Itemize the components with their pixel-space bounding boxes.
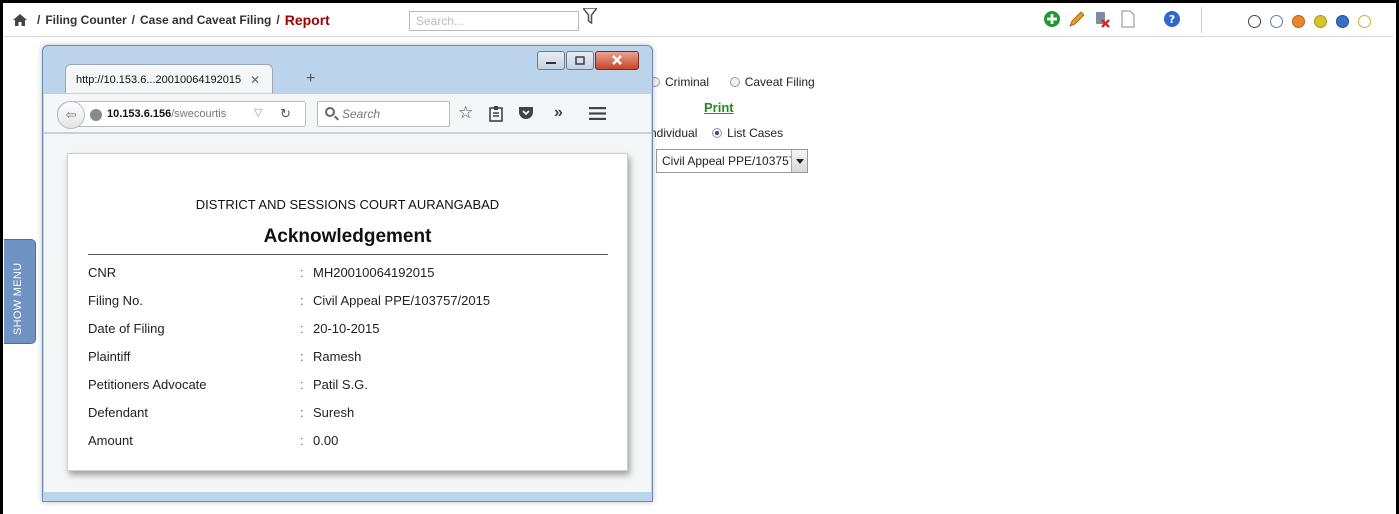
filter-icon[interactable] [583, 8, 597, 24]
detail-label: Defendant [88, 405, 148, 420]
tab-close-icon[interactable]: ✕ [250, 73, 260, 87]
radio-individual-label: ndividual [650, 126, 698, 140]
maximize-icon [575, 56, 585, 65]
tab-title: http://10.153.6...20010064192015 [76, 74, 242, 86]
detail-colon: : [300, 377, 304, 392]
case-select-value: Civil Appeal PPE/103757/2015 [662, 154, 807, 168]
theme-dot[interactable] [1248, 15, 1261, 28]
breadcrumb-separator: / [37, 13, 41, 27]
close-icon [612, 55, 622, 65]
detail-value: Patil S.G. [313, 377, 368, 392]
home-icon[interactable] [13, 14, 27, 26]
radio-caveat-label: Caveat Filing [744, 75, 815, 89]
globe-icon [90, 109, 102, 121]
menu-icon[interactable] [589, 107, 606, 120]
popup-browser-window: http://10.153.6...20010064192015 ✕ + ⇦ 1… [42, 45, 653, 502]
reload-icon[interactable]: ↻ [280, 106, 291, 122]
detail-value: Civil Appeal PPE/103757/2015 [313, 293, 491, 308]
search-icon [325, 107, 335, 117]
maximize-button[interactable] [566, 51, 594, 70]
detail-value: 20-10-2015 [313, 321, 380, 336]
page-title: Acknowledgement [263, 226, 432, 247]
detail-value: Ramesh [313, 349, 362, 364]
theme-dot[interactable] [1292, 15, 1305, 28]
delete-icon[interactable] [1093, 10, 1111, 28]
breadcrumb: / Filing Counter / Case and Caveat Filin… [13, 12, 330, 28]
detail-label: Amount [88, 433, 133, 448]
reading-list-icon[interactable] [488, 105, 504, 122]
detail-label: CNR [88, 265, 117, 280]
bookmark-star-icon[interactable]: ☆ [458, 103, 473, 123]
filing-type-radios: Criminal Caveat Filing [650, 75, 815, 89]
document-icon[interactable] [1119, 10, 1137, 28]
chevron-down-icon[interactable] [791, 150, 807, 172]
theme-dot[interactable] [1270, 15, 1283, 28]
browser-search-placeholder: Search [342, 107, 381, 121]
toolbar-divider [1201, 7, 1202, 33]
detail-colon: : [300, 293, 304, 308]
url-host: 10.153.6.156 [107, 108, 172, 120]
case-select[interactable]: Civil Appeal PPE/103757/2015 [656, 149, 808, 173]
breadcrumb-separator: / [131, 13, 136, 27]
new-tab-icon[interactable]: + [306, 70, 315, 88]
divider [88, 254, 608, 255]
theme-dot[interactable] [1314, 15, 1327, 28]
close-button[interactable] [595, 51, 639, 70]
url-dropdown-icon[interactable]: ▽ [254, 106, 262, 119]
minimize-icon [546, 62, 556, 64]
detail-colon: : [300, 433, 304, 448]
radio-list-cases[interactable] [712, 128, 723, 138]
breadcrumb-case-caveat[interactable]: Case and Caveat Filing [140, 13, 271, 27]
radio-caveat[interactable] [729, 77, 740, 87]
add-icon[interactable] [1043, 10, 1061, 28]
radio-list-cases-label: List Cases [727, 126, 784, 140]
url-text: 10.153.6.156/swecourtis [107, 108, 226, 120]
svg-text:?: ? [1169, 13, 1175, 26]
browser-tab[interactable]: http://10.153.6...20010064192015 ✕ [65, 64, 273, 94]
show-menu-tab[interactable]: SHOW MENU [4, 239, 36, 344]
show-menu-label: SHOW MENU [12, 262, 24, 335]
detail-colon: : [300, 321, 304, 336]
search-input[interactable]: Search... [409, 11, 579, 31]
breadcrumb-filing-counter[interactable]: Filing Counter [45, 13, 126, 27]
url-bar[interactable]: ⇦ 10.153.6.156/swecourtis ▽ ↻ [57, 101, 306, 129]
browser-page: DISTRICT AND SESSIONS COURT AURANGABAD A… [44, 134, 651, 492]
theme-dot[interactable] [1336, 15, 1349, 28]
pocket-icon[interactable] [518, 105, 534, 121]
detail-value: MH20010064192015 [313, 265, 435, 280]
minimize-button[interactable] [537, 51, 565, 70]
back-icon[interactable]: ⇦ [57, 101, 85, 129]
print-link[interactable]: Print [704, 100, 734, 115]
overflow-icon[interactable]: » [554, 103, 563, 123]
detail-label: Date of Filing [88, 321, 165, 336]
theme-dot[interactable] [1358, 15, 1371, 28]
help-icon[interactable]: ? [1163, 10, 1181, 28]
detail-value: Suresh [313, 405, 355, 420]
acknowledgement-card: DISTRICT AND SESSIONS COURT AURANGABAD A… [67, 153, 628, 471]
radio-criminal-label: Criminal [665, 75, 710, 89]
breadcrumb-current: Report [284, 12, 330, 28]
detail-label: Filing No. [88, 293, 143, 308]
url-path: /swecourtis [171, 108, 227, 120]
browser-search-input[interactable]: Search [317, 101, 450, 127]
detail-value: 0.00 [313, 433, 339, 448]
browser-navbar: ⇦ 10.153.6.156/swecourtis ▽ ↻ Search ☆ » [44, 93, 651, 133]
mode-radios: ndividual List Cases [650, 126, 783, 140]
top-bar: / Filing Counter / Case and Caveat Filin… [3, 3, 1393, 37]
detail-colon: : [300, 405, 304, 420]
edit-icon[interactable] [1068, 10, 1086, 28]
detail-label: Plaintiff [88, 349, 131, 364]
detail-label: Petitioners Advocate [88, 377, 207, 392]
court-name: DISTRICT AND SESSIONS COURT AURANGABAD [195, 197, 500, 212]
detail-colon: : [300, 349, 304, 364]
detail-colon: : [300, 265, 304, 280]
breadcrumb-separator: / [276, 13, 280, 27]
